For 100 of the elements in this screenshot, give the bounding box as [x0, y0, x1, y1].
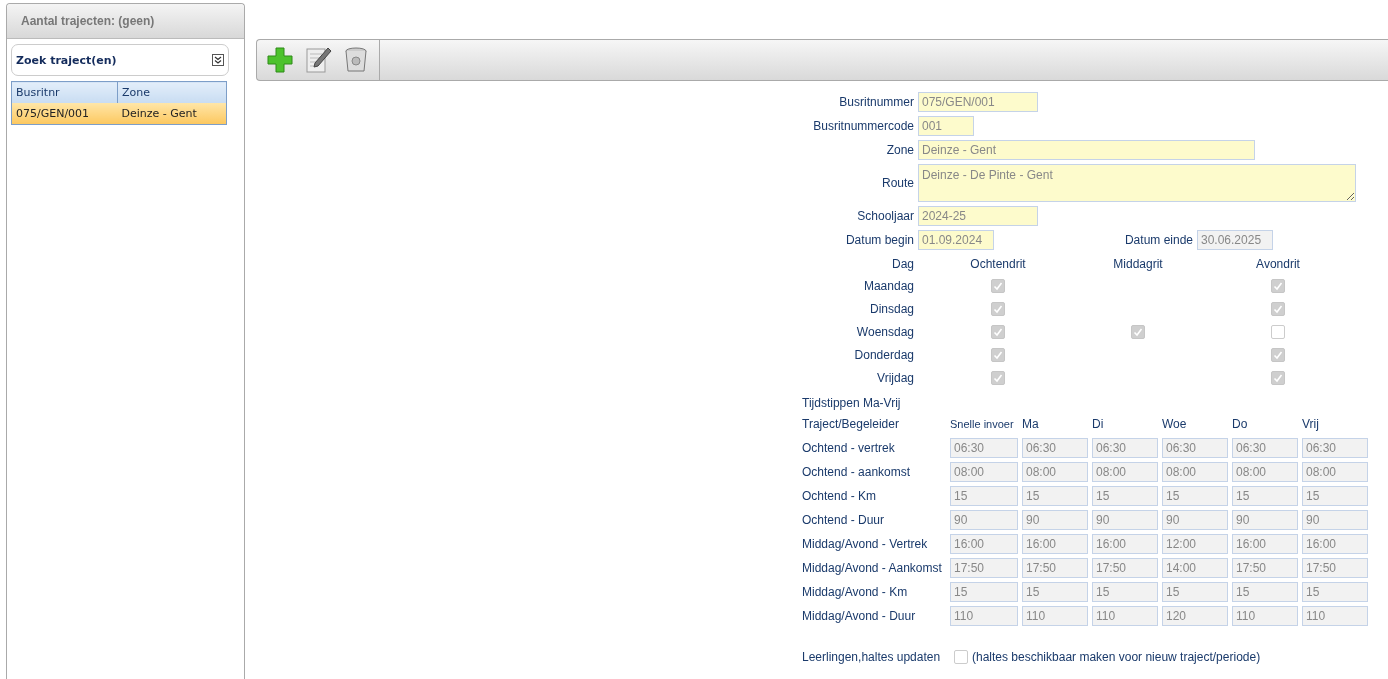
time-field[interactable]: 110 [950, 606, 1018, 626]
column-header[interactable]: Busritnr [11, 81, 118, 103]
time-field[interactable]: 120 [1162, 606, 1228, 626]
time-field[interactable]: 90 [950, 510, 1018, 530]
checkbox[interactable] [991, 301, 1005, 316]
checkbox[interactable] [954, 650, 968, 664]
column-header: Vrij [1302, 417, 1320, 431]
time-field[interactable]: 15 [1022, 582, 1088, 602]
checkbox[interactable] [1131, 324, 1145, 339]
time-field[interactable]: 15 [950, 486, 1018, 506]
column-header: Woe [1162, 417, 1188, 431]
time-field[interactable]: 17:50 [1232, 558, 1298, 578]
time-field[interactable]: 90 [1162, 510, 1228, 530]
time-field[interactable]: 06:30 [1232, 438, 1298, 458]
time-field[interactable]: 15 [1302, 582, 1368, 602]
notepad-pencil-icon [303, 45, 333, 75]
day-header: Dag [891, 256, 915, 273]
time-field[interactable]: 17:50 [1302, 558, 1368, 578]
time-field[interactable]: 08:00 [1232, 462, 1298, 482]
row-label: Ochtend - Duur [802, 513, 886, 527]
time-field[interactable]: 17:50 [1022, 558, 1088, 578]
time-field[interactable]: 08:00 [1162, 462, 1228, 482]
time-field[interactable]: 15 [1022, 486, 1088, 506]
time-field[interactable]: 08:00 [1302, 462, 1368, 482]
field-label: Busritnummercode [812, 118, 915, 135]
time-field[interactable]: 17:50 [1092, 558, 1158, 578]
time-field[interactable]: 110 [1022, 606, 1088, 626]
checkbox[interactable] [1271, 278, 1285, 293]
column-header: Snelle invoer [950, 418, 1015, 430]
column-header: Di [1092, 417, 1105, 431]
update-label: Leerlingen,haltes updaten [802, 650, 942, 664]
table-cell: Deinze - Gent [117, 103, 227, 125]
panel-title: Aantal trajecten: (geen) [21, 14, 155, 28]
row-label: Middag/Avond - Km [802, 585, 909, 599]
date-label: Datum einde [1123, 232, 1194, 249]
field-label: Zone [885, 142, 915, 159]
time-field[interactable]: 15 [1162, 486, 1228, 506]
checkbox[interactable] [1271, 324, 1285, 339]
field-label: Schooljaar [856, 208, 915, 225]
row-label: Middag/Avond - Vertrek [802, 537, 929, 551]
expand-icon[interactable] [212, 54, 224, 66]
time-field[interactable]: 16:00 [950, 534, 1018, 554]
input-field[interactable]: Deinze - Gent [918, 140, 1255, 160]
time-field[interactable]: 110 [1232, 606, 1298, 626]
time-field[interactable]: 15 [1162, 582, 1228, 602]
time-field[interactable]: 08:00 [1022, 462, 1088, 482]
field-label: Busritnummer [838, 94, 915, 111]
table-cell: 075/GEN/001 [11, 103, 118, 125]
checkbox[interactable] [1271, 301, 1285, 316]
table-row[interactable]: 075/GEN/001 Deinze - Gent [11, 103, 227, 125]
time-field[interactable]: 15 [1232, 486, 1298, 506]
time-field[interactable]: 90 [1302, 510, 1368, 530]
checkbox[interactable] [991, 370, 1005, 385]
time-field[interactable]: 08:00 [1092, 462, 1158, 482]
time-field[interactable]: 12:00 [1162, 534, 1228, 554]
row-label: Ochtend - aankomst [802, 465, 912, 479]
checkbox[interactable] [1271, 347, 1285, 362]
day-label: Woensdag [855, 323, 915, 341]
date-field[interactable]: 01.09.2024 [918, 230, 994, 250]
time-field[interactable]: 16:00 [1232, 534, 1298, 554]
time-field[interactable]: 08:00 [950, 462, 1018, 482]
time-field[interactable]: 15 [1092, 582, 1158, 602]
row-label: Middag/Avond - Duur [802, 609, 917, 623]
day-label: Vrijdag [876, 369, 915, 387]
time-field[interactable]: 17:50 [950, 558, 1018, 578]
column-header: Ochtendrit [969, 257, 1027, 271]
checkbox[interactable] [991, 324, 1005, 339]
time-field[interactable]: 110 [1302, 606, 1368, 626]
time-field[interactable]: 06:30 [1162, 438, 1228, 458]
checkbox[interactable] [1271, 370, 1285, 385]
input-field[interactable]: 075/GEN/001 [918, 92, 1038, 112]
column-header[interactable]: Zone [117, 81, 227, 103]
time-field[interactable]: 90 [1022, 510, 1088, 530]
time-field[interactable]: 110 [1092, 606, 1158, 626]
time-field[interactable]: 90 [1232, 510, 1298, 530]
update-note: (haltes beschikbaar maken voor nieuw traject/periode) [972, 650, 1261, 664]
time-field[interactable]: 06:30 [1092, 438, 1158, 458]
time-field[interactable]: 15 [1092, 486, 1158, 506]
input-field[interactable]: 2024-25 [918, 206, 1038, 226]
time-field[interactable]: 15 [950, 582, 1018, 602]
time-field[interactable]: 06:30 [1302, 438, 1368, 458]
checkbox[interactable] [991, 278, 1005, 293]
column-header: Ma [1022, 417, 1040, 431]
route-field[interactable]: Deinze - De Pinte - Gent [918, 164, 1356, 202]
input-field[interactable]: 001 [918, 116, 974, 136]
row-label: Ochtend - vertrek [802, 441, 896, 455]
time-field[interactable]: 15 [1302, 486, 1368, 506]
time-field[interactable]: 14:00 [1162, 558, 1228, 578]
day-label: Maandag [862, 277, 915, 295]
row-label: Middag/Avond - Aankomst [802, 561, 943, 575]
time-field[interactable]: 16:00 [1022, 534, 1088, 554]
time-field[interactable]: 06:30 [1022, 438, 1088, 458]
time-field[interactable]: 15 [1232, 582, 1298, 602]
time-field[interactable]: 90 [1092, 510, 1158, 530]
day-label: Donderdag [853, 346, 915, 364]
field-label: Route [880, 175, 915, 192]
checkbox[interactable] [991, 347, 1005, 362]
time-field[interactable]: 16:00 [1092, 534, 1158, 554]
time-field[interactable]: 06:30 [950, 438, 1018, 458]
time-field[interactable]: 16:00 [1302, 534, 1368, 554]
